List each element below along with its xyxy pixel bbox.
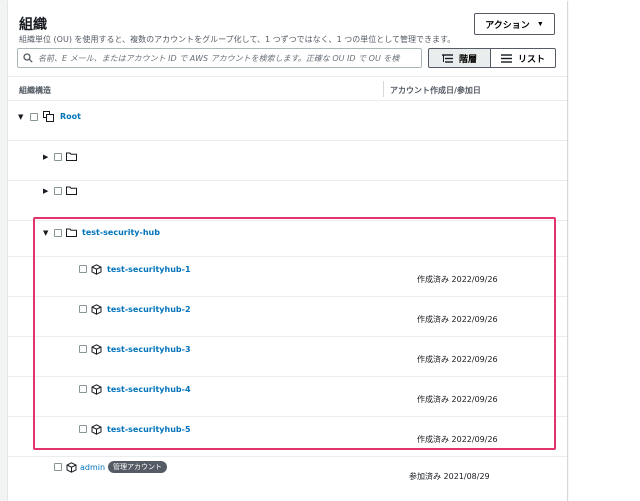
action-button[interactable]: アクション ▼ — [474, 13, 555, 35]
account-cube-icon — [91, 264, 102, 275]
list-view-button[interactable]: リスト — [490, 48, 556, 68]
account-checkbox[interactable] — [79, 385, 87, 393]
account-date: 作成済み 2022/09/26 — [417, 355, 498, 364]
account-cube-icon — [91, 304, 102, 315]
account-cube-icon — [91, 344, 102, 355]
action-button-label: アクション — [485, 19, 530, 30]
page-description: 組織単位 (OU) を使用すると、複数のアカウントをグループ化して、1 つずつで… — [19, 35, 456, 44]
column-date-header: アカウント作成日/参加日 — [390, 86, 481, 95]
account-date: 作成済み 2022/09/26 — [417, 395, 498, 404]
account-cube-icon — [91, 384, 102, 395]
folder-icon — [66, 186, 77, 195]
tree-row-ou: ▶ — [8, 141, 567, 181]
organization-panel: 組織 組織単位 (OU) を使用すると、複数のアカウントをグループ化して、1 つ… — [8, 0, 567, 501]
root-link[interactable]: Root — [60, 112, 81, 121]
collapse-toggle-icon[interactable]: ▼ — [18, 113, 23, 121]
expand-toggle-icon[interactable]: ▶ — [43, 187, 48, 195]
account-date: 作成済み 2022/09/26 — [417, 315, 498, 324]
search-icon — [23, 53, 33, 63]
account-checkbox[interactable] — [79, 265, 87, 273]
account-row: test-securityhub-2 作成済み 2022/09/26 — [8, 297, 567, 337]
account-cube-icon — [91, 424, 102, 435]
list-icon — [500, 53, 512, 63]
ou-checkbox[interactable] — [54, 187, 62, 195]
account-link[interactable]: test-securityhub-4 — [107, 385, 191, 394]
management-account-badge: 管理アカウント — [108, 461, 167, 473]
column-divider — [383, 81, 384, 97]
hierarchy-view-label: 階層 — [458, 53, 477, 64]
account-link[interactable]: test-securityhub-5 — [107, 425, 191, 434]
folder-icon — [66, 228, 77, 237]
account-checkbox[interactable] — [79, 425, 87, 433]
tree-row-ou-selected: ▼ test-security-hub — [8, 217, 567, 257]
account-cube-icon — [66, 462, 77, 473]
table-header: 組織構造 アカウント作成日/参加日 — [8, 76, 567, 101]
folder-icon — [66, 152, 77, 161]
search-box[interactable] — [17, 48, 422, 68]
account-date: 作成済み 2022/09/26 — [417, 275, 498, 284]
account-checkbox[interactable] — [54, 463, 62, 471]
ou-checkbox[interactable] — [54, 229, 62, 237]
search-input[interactable] — [38, 53, 421, 63]
account-link[interactable]: test-securityhub-2 — [107, 305, 191, 314]
account-row: test-securityhub-1 作成済み 2022/09/26 — [8, 257, 567, 297]
account-date: 参加済み 2021/08/29 — [409, 472, 490, 481]
page-title: 組織 — [19, 17, 47, 33]
account-date: 作成済み 2022/09/26 — [417, 435, 498, 444]
hierarchy-icon — [441, 53, 453, 63]
account-row: test-securityhub-3 作成済み 2022/09/26 — [8, 337, 567, 377]
ou-checkbox[interactable] — [54, 153, 62, 161]
ou-link[interactable]: test-security-hub — [82, 228, 160, 237]
account-row-admin: admin 管理アカウント 参加済み 2021/08/29 — [8, 455, 567, 495]
hierarchy-view-button[interactable]: 階層 — [428, 48, 491, 68]
account-row: test-securityhub-4 作成済み 2022/09/26 — [8, 377, 567, 417]
tree-row-ou: ▶ — [8, 181, 567, 221]
account-row: test-securityhub-5 作成済み 2022/09/26 — [8, 417, 567, 457]
account-link[interactable]: test-securityhub-3 — [107, 345, 191, 354]
admin-link[interactable]: admin — [80, 463, 105, 472]
caret-down-icon: ▼ — [536, 20, 544, 28]
column-structure-header: 組織構造 — [19, 86, 51, 95]
account-link[interactable]: test-securityhub-1 — [107, 265, 191, 274]
root-icon — [43, 111, 54, 122]
account-checkbox[interactable] — [79, 345, 87, 353]
collapse-toggle-icon[interactable]: ▼ — [43, 229, 48, 237]
expand-toggle-icon[interactable]: ▶ — [43, 153, 48, 161]
root-checkbox[interactable] — [30, 113, 38, 121]
list-view-label: リスト — [517, 53, 545, 64]
account-checkbox[interactable] — [79, 305, 87, 313]
tree-row-root: ▼ Root — [8, 101, 567, 141]
right-margin — [567, 0, 640, 501]
